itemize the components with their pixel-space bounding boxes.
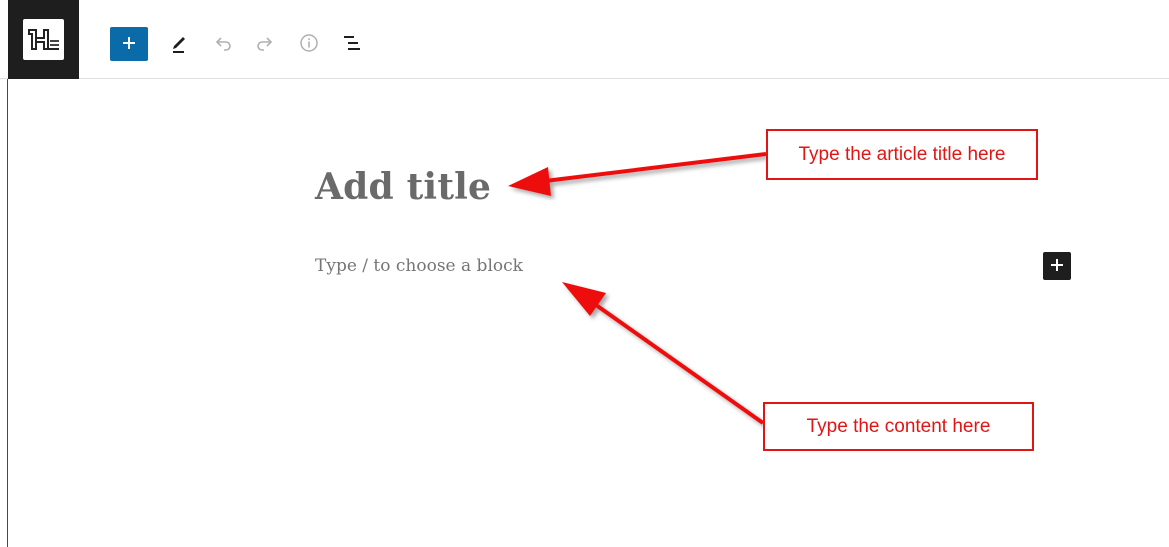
add-block-button[interactable] xyxy=(1043,252,1071,280)
title-annotation: Type the article title here xyxy=(766,129,1038,180)
redo-icon xyxy=(254,32,276,57)
site-logo-icon xyxy=(23,19,64,60)
frame-left-border xyxy=(7,79,8,547)
block-appender-placeholder[interactable]: Type / to choose a block xyxy=(315,256,523,276)
plus-icon xyxy=(121,35,137,54)
pencil-icon xyxy=(168,32,190,57)
undo-button[interactable] xyxy=(207,28,239,60)
tools-button[interactable] xyxy=(163,28,195,60)
editor-header xyxy=(0,0,1169,79)
content-annotation: Type the content here xyxy=(763,402,1034,451)
annotation-arrows xyxy=(508,152,767,425)
editor-screen: Add title Type / to choose a block Type … xyxy=(0,0,1169,547)
list-view-icon xyxy=(340,32,364,57)
site-logo-button[interactable] xyxy=(8,0,79,79)
title-arrow xyxy=(508,152,767,196)
post-title-field[interactable]: Add title xyxy=(315,166,491,208)
plus-icon xyxy=(1050,258,1064,275)
undo-icon xyxy=(212,32,234,57)
info-icon xyxy=(298,32,320,57)
details-button[interactable] xyxy=(293,28,325,60)
content-arrow xyxy=(562,282,765,425)
redo-button[interactable] xyxy=(249,28,281,60)
list-view-button[interactable] xyxy=(336,28,368,60)
block-inserter-button[interactable] xyxy=(110,27,148,61)
